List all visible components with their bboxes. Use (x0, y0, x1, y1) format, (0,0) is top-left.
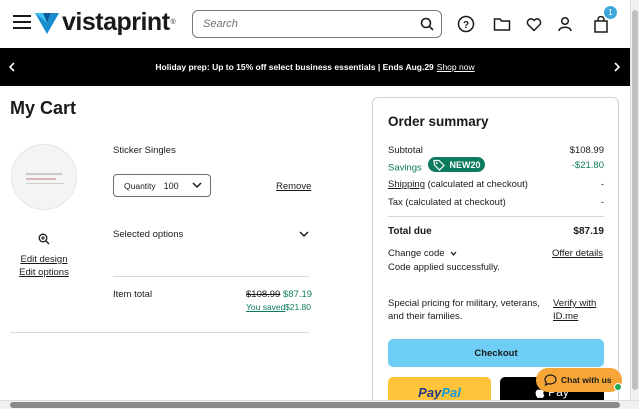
paypal-text-pal: Pal (441, 384, 461, 400)
divider (10, 332, 309, 333)
coupon-badge: NEW20 (428, 157, 486, 172)
page-title: My Cart (10, 98, 77, 118)
offer-details-link[interactable]: Offer details (552, 248, 603, 259)
paypal-text-pay: Pay (418, 384, 442, 400)
divider (113, 276, 309, 277)
tax-value: - (600, 197, 604, 208)
total-row: Total due $87.19 (388, 226, 604, 237)
promo-text: Holiday prep: Up to 15% off select busin… (155, 62, 434, 72)
discounted-price: $87.19 (283, 289, 313, 300)
vertical-scrollbar-thumb[interactable] (632, 10, 638, 390)
you-saved-value: $21.80 (285, 302, 311, 312)
promo-banner: Holiday prep: Up to 15% off select busin… (0, 48, 630, 86)
quantity-label: Quantity (124, 180, 156, 191)
logo-registered-mark: ® (170, 19, 176, 26)
search-input[interactable] (193, 18, 413, 30)
promo-prev-chevron-icon[interactable] (5, 60, 19, 74)
folder-icon[interactable] (492, 14, 512, 34)
savings-label: Savings (388, 162, 422, 174)
help-icon[interactable]: ? (456, 14, 476, 34)
horizontal-scrollbar-thumb[interactable] (10, 402, 620, 408)
savings-value: -$21.80 (571, 159, 604, 171)
logo-mark-icon (35, 12, 59, 34)
shipping-link[interactable]: Shipping (388, 179, 425, 190)
savings-row: Savings NEW20 -$21.80 (388, 157, 604, 174)
horizontal-scrollbar[interactable] (0, 400, 639, 409)
product-thumbnail[interactable] (11, 144, 77, 210)
shipping-value: - (600, 179, 604, 190)
zoom-in-icon[interactable] (38, 232, 50, 245)
logo-text: vistaprint (62, 8, 170, 36)
search-box (192, 10, 442, 38)
selected-options-toggle[interactable]: Selected options (113, 229, 309, 243)
account-icon[interactable] (555, 14, 575, 34)
chevron-down-icon (192, 181, 202, 191)
menu-icon[interactable] (13, 15, 31, 33)
subtotal-row: Subtotal $108.99 (388, 145, 604, 156)
vistaprint-logo[interactable]: vistaprint ® (34, 8, 176, 37)
tag-icon (433, 159, 446, 171)
cart-count-badge: 1 (604, 6, 617, 19)
edit-design-link[interactable]: Edit design (9, 254, 79, 265)
tax-label: Tax (calculated at checkout) (388, 197, 506, 208)
heart-icon[interactable] (524, 14, 544, 34)
search-icon[interactable] (413, 11, 441, 37)
coupon-code: NEW20 (449, 159, 481, 170)
special-pricing-text: Special pricing for military, veterans, … (388, 298, 540, 322)
shipping-note: (calculated at checkout) (427, 179, 528, 190)
chevron-down-icon (299, 230, 309, 241)
you-saved-label: You saved (246, 302, 286, 312)
checkout-button[interactable]: Checkout (388, 339, 604, 367)
promo-shop-now-link[interactable]: Shop now (437, 62, 475, 72)
total-value: $87.19 (573, 226, 604, 237)
tax-row: Tax (calculated at checkout) - (388, 197, 604, 208)
item-total-label: Item total (113, 289, 153, 300)
shipping-row: Shipping (calculated at checkout) - (388, 179, 604, 190)
divider (388, 216, 604, 217)
subtotal-label: Subtotal (388, 145, 423, 156)
order-summary-title: Order summary (388, 114, 489, 129)
chat-label: Chat with us (561, 375, 612, 385)
promo-next-chevron-icon[interactable] (610, 60, 624, 74)
online-status-dot (614, 383, 622, 391)
quantity-value: 100 (163, 180, 179, 191)
remove-link[interactable]: Remove (276, 181, 311, 192)
code-applied-message: Code applied successfully. (388, 262, 500, 273)
vertical-scrollbar[interactable] (630, 0, 639, 400)
chat-with-us-button[interactable]: Chat with us (536, 368, 622, 392)
selected-options-label: Selected options (113, 229, 184, 240)
product-name: Sticker Singles (113, 145, 176, 156)
subtotal-value: $108.99 (569, 145, 604, 156)
verify-idme-link[interactable]: Verify with ID.me (553, 297, 605, 323)
chevron-down-icon (450, 251, 457, 256)
edit-options-link[interactable]: Edit options (9, 267, 79, 278)
cart-icon[interactable]: 1 (591, 6, 617, 34)
change-code-label: Change code (388, 248, 445, 259)
original-price: $108.99 (246, 289, 281, 300)
total-label: Total due (388, 226, 432, 237)
svg-text:?: ? (463, 20, 469, 31)
quantity-select[interactable]: Quantity 100 (113, 174, 211, 197)
chat-bubble-icon (544, 374, 557, 386)
change-code-toggle[interactable]: Change code (388, 248, 457, 259)
site-header: vistaprint ® ? 1 (0, 0, 630, 48)
